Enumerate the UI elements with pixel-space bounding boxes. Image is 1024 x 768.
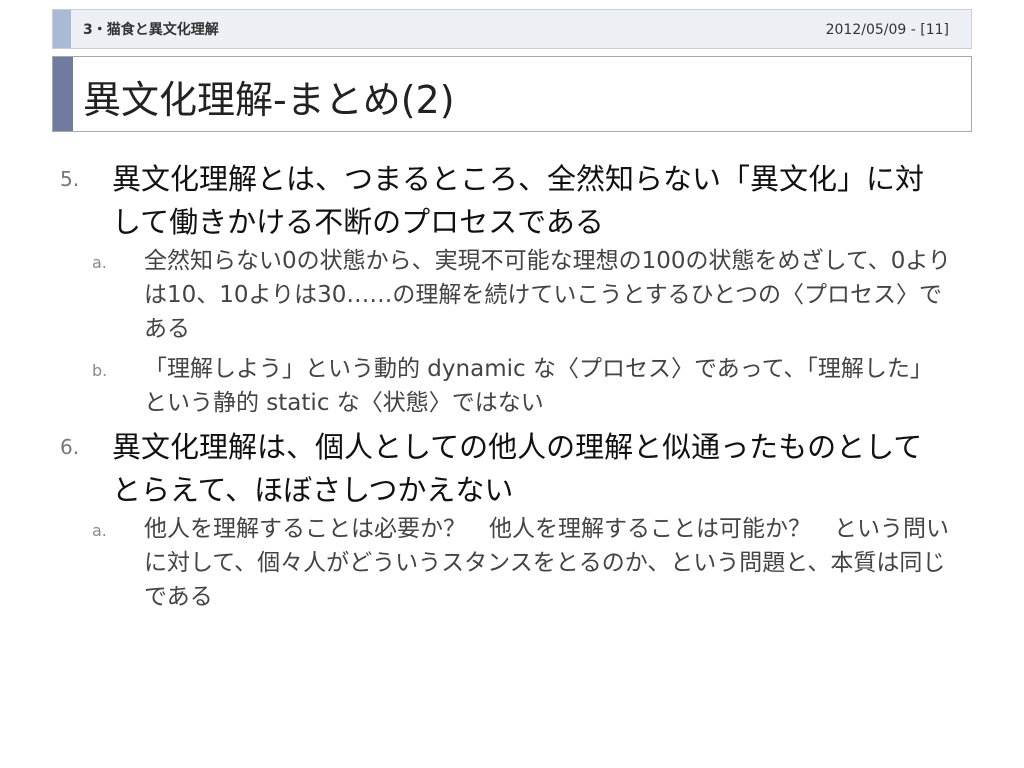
header-bar: 3・猫食と異文化理解 2012/05/09 - [11] <box>52 9 972 49</box>
sub-item-5b: b. 「理解しよう」という動的 dynamic な〈プロセス〉であって、「理解し… <box>92 352 960 420</box>
sub-item-letter: a. <box>92 253 107 272</box>
list-item-5: 5. 異文化理解とは、つまるところ、全然知らない「異文化」に対して働きかける不断… <box>60 158 960 244</box>
sub-item-6a: a. 他人を理解することは必要か？ 他人を理解することは可能か？ という問いに対… <box>92 512 960 614</box>
item-text: 異文化理解とは、つまるところ、全然知らない「異文化」に対して働きかける不断のプロ… <box>112 162 925 239</box>
item-number: 5. <box>60 167 80 191</box>
sub-item-5a: a. 全然知らない0の状態から、実現不可能な理想の100の状態をめざして、0より… <box>92 244 960 346</box>
section-label: 3・猫食と異文化理解 <box>83 22 219 38</box>
title-box: 異文化理解-まとめ(2) <box>52 56 972 132</box>
item-text: 異文化理解は、個人としての他人の理解と似通ったものとしてとらえて、ほぼさしつかえ… <box>112 430 923 507</box>
slide-content: 5. 異文化理解とは、つまるところ、全然知らない「異文化」に対して働きかける不断… <box>60 158 960 614</box>
sub-item-letter: a. <box>92 521 107 540</box>
list-item-6: 6. 異文化理解は、個人としての他人の理解と似通ったものとしてとらえて、ほぼさし… <box>60 426 960 512</box>
sub-item-text: 全然知らない0の状態から、実現不可能な理想の100の状態をめざして、0よりは10… <box>144 248 951 342</box>
header-accent <box>53 10 71 48</box>
sub-item-text: 「理解しよう」という動的 dynamic な〈プロセス〉であって、「理解した」と… <box>144 356 933 416</box>
sub-item-letter: b. <box>92 361 108 380</box>
date-page-label: 2012/05/09 - [11] <box>825 22 949 38</box>
item-number: 6. <box>60 435 80 459</box>
slide-title: 異文化理解-まとめ(2) <box>83 78 455 122</box>
sub-item-text: 他人を理解することは必要か？ 他人を理解することは可能か？ という問いに対して、… <box>144 516 949 610</box>
title-accent <box>53 57 73 131</box>
